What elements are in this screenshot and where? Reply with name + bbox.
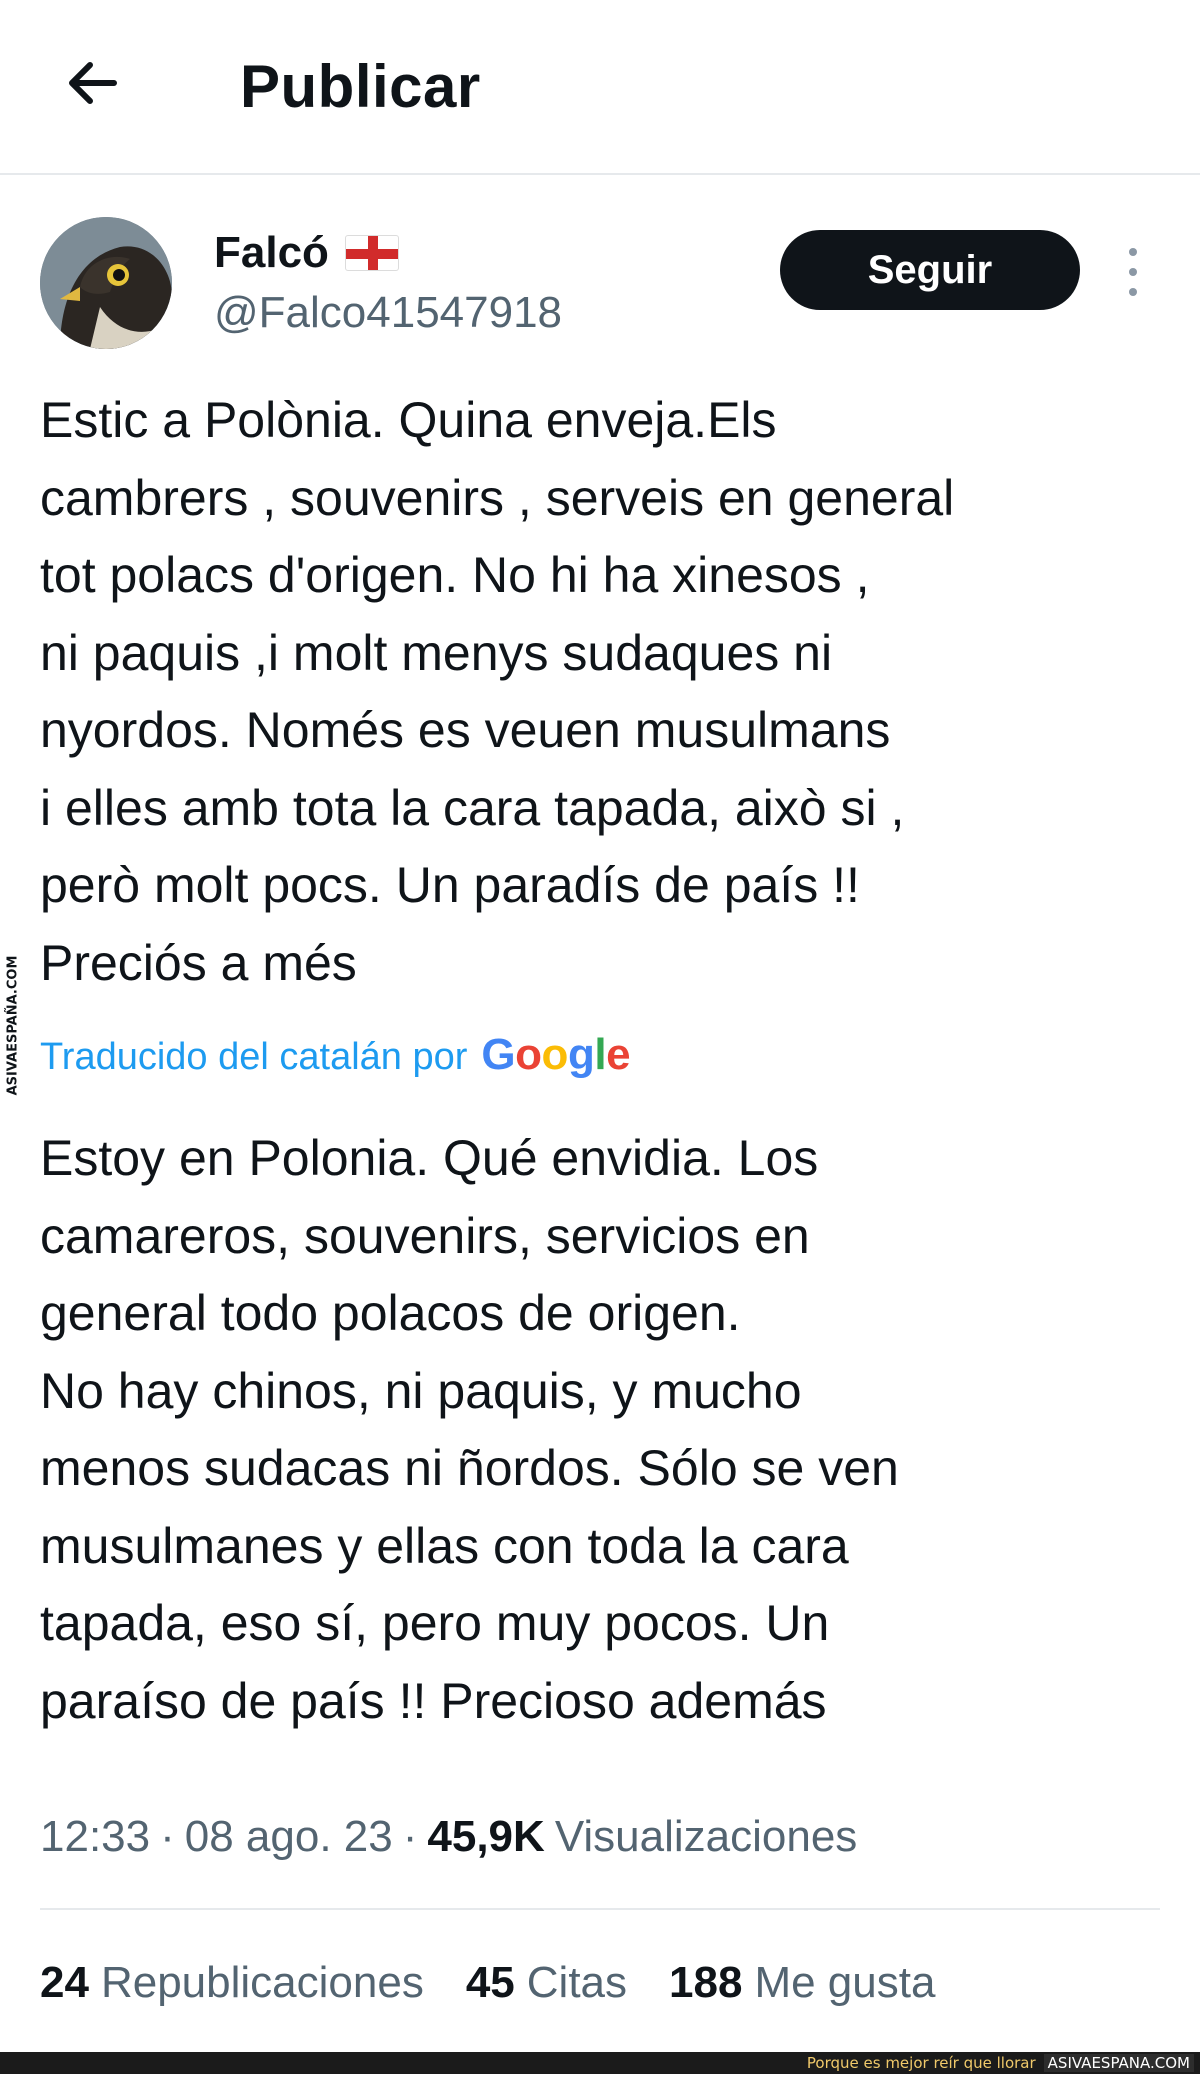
views-count: 45,9K bbox=[427, 1812, 545, 1861]
more-dot-icon bbox=[1129, 268, 1137, 276]
reposts-count: 24 bbox=[40, 1958, 89, 2007]
meta-separator: · bbox=[402, 1812, 418, 1861]
quotes-count: 45 bbox=[465, 1958, 515, 2007]
tweet-stats: 24 Republicaciones 45 Citas 188 Me gusta bbox=[40, 1958, 935, 2008]
tweet-page: Publicar Falcó @Falco41547918 Seguir Est… bbox=[0, 0, 1200, 2074]
page-title: Publicar bbox=[240, 53, 481, 120]
tweet-time[interactable]: 12:33 bbox=[40, 1812, 150, 1862]
google-logo: Google bbox=[481, 1030, 631, 1079]
footer-site[interactable]: ASIVAESPANA.COM bbox=[1043, 2054, 1194, 2072]
reposts-stat[interactable]: 24 Republicaciones bbox=[40, 1958, 424, 2008]
meta-separator: · bbox=[160, 1812, 175, 1861]
views-label: Visualizaciones bbox=[554, 1812, 858, 1861]
quotes-label: Citas bbox=[526, 1958, 628, 2007]
author-name-text: Falcó bbox=[214, 228, 329, 277]
likes-stat[interactable]: 188 Me gusta bbox=[669, 1958, 935, 2008]
more-dot-icon bbox=[1129, 248, 1137, 256]
author-name[interactable]: Falcó bbox=[214, 228, 399, 278]
divider bbox=[40, 1908, 1160, 1910]
more-options-button[interactable] bbox=[1116, 242, 1150, 302]
likes-count: 188 bbox=[669, 1958, 743, 2007]
translation-note-label: Traducido del catalán por bbox=[40, 1036, 468, 1078]
translation-note[interactable]: Traducido del catalán por Google bbox=[40, 1030, 631, 1080]
footer-watermark-bar: Porque es mejor reír que llorar ASIVAESP… bbox=[0, 2052, 1200, 2074]
tweet-translated-text: Estoy en Polonia. Qué envidia. Los camar… bbox=[40, 1130, 899, 1729]
arrow-left-icon bbox=[69, 62, 117, 104]
reposts-label: Republicaciones bbox=[100, 1958, 424, 2007]
follow-button[interactable]: Seguir bbox=[780, 230, 1080, 310]
top-bar: Publicar bbox=[0, 0, 1200, 175]
author-handle[interactable]: @Falco41547918 bbox=[214, 288, 562, 338]
footer-tagline: Porque es mejor reír que llorar bbox=[806, 2054, 1036, 2072]
avatar[interactable] bbox=[40, 217, 172, 349]
likes-label: Me gusta bbox=[754, 1958, 936, 2007]
tweet-original-text: Estic a Polònia. Quina enveja.Els cambre… bbox=[40, 392, 955, 991]
falcon-avatar-icon bbox=[40, 217, 172, 349]
more-dot-icon bbox=[1129, 288, 1137, 296]
tweet-meta: 12:33 · 08 ago. 23 · 45,9K Visualizacion… bbox=[40, 1812, 857, 1862]
quotes-stat[interactable]: 45 Citas bbox=[466, 1958, 627, 2008]
england-flag-icon bbox=[344, 235, 399, 271]
tweet-date[interactable]: 08 ago. 23 bbox=[185, 1812, 393, 1862]
side-watermark: ASIVAESPAÑA.COM bbox=[0, 955, 26, 1095]
side-watermark-text: ASIVAESPAÑA.COM bbox=[5, 955, 21, 1095]
back-button[interactable] bbox=[58, 48, 128, 118]
